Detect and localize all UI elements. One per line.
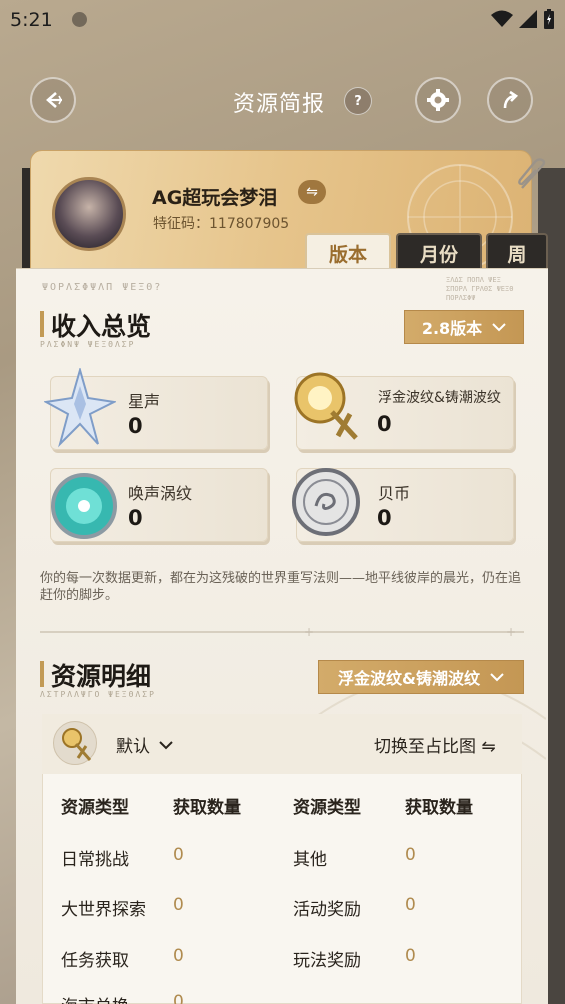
gold-ripple-icon [294, 372, 358, 440]
wifi-icon [491, 10, 513, 27]
star-crystal-icon [44, 368, 116, 448]
tab-month[interactable]: 月份 [396, 233, 482, 271]
svg-text:+: + [506, 627, 516, 637]
gold-ripple-icon [62, 728, 92, 761]
table-cell: 日常挑战 [61, 850, 129, 870]
table-cell: 0 [173, 895, 184, 915]
resource-value: 0 [128, 506, 143, 530]
switch-chart-button[interactable]: 切换至占比图 ⇋ [374, 732, 496, 757]
username: AG超玩会梦泪 [152, 187, 278, 209]
share-button[interactable] [487, 77, 533, 123]
table-cell: 海市兑换 [61, 992, 129, 1004]
svg-text:+: + [304, 627, 314, 637]
paperclip-icon [518, 158, 546, 189]
switch-account-button[interactable]: ⇋ [298, 180, 326, 204]
income-overview-title: 收入总览 [51, 312, 152, 341]
table-cell: 大世界探索 [61, 900, 146, 920]
cipher-text-left: ΨΟΡΛΣΦΨΛΠ ΨΕΞΘ? [42, 282, 163, 293]
gear-icon [427, 89, 449, 111]
resource-details-title: 资源明细 [51, 662, 152, 691]
resource-mini-icon [53, 721, 97, 765]
tab-week[interactable]: 周 [486, 233, 548, 271]
table-cell: 其他 [293, 850, 327, 870]
avatar[interactable] [52, 177, 126, 251]
income-overview-subtitle: ΡΛΣΦΝΨ ΨΕΞΘΛΣΡ [40, 340, 136, 349]
column-header: 资源类型 [293, 798, 361, 818]
vortex-icon [51, 473, 117, 539]
resource-name: 唤声涡纹 [128, 484, 193, 503]
sort-label: 默认 [116, 737, 150, 757]
top-bar: 资源简报 ? [0, 72, 565, 128]
table-cell: 任务获取 [61, 951, 129, 971]
chevron-down-icon [159, 740, 173, 749]
resource-value: 0 [377, 412, 392, 436]
table-cell: 活动奖励 [293, 900, 361, 920]
resource-details-subtitle: ΛΣΤΡΛΛΨΓΟ ΨΕΞΘΛΣΡ [40, 690, 156, 699]
table-cell: 0 [173, 845, 184, 865]
ornament-divider: + + [40, 627, 524, 637]
chevron-down-icon [492, 323, 506, 332]
resource-type-select[interactable]: 浮金波纹&铸潮波纹 [318, 660, 524, 694]
table-cell: 0 [405, 845, 416, 865]
battery-icon [544, 9, 554, 29]
chevron-down-icon [490, 673, 504, 682]
page-title: 资源简报 [233, 92, 326, 117]
status-time: 5:21 [10, 9, 53, 31]
player-id: 特征码：117807905 [153, 216, 290, 232]
share-icon [503, 90, 519, 109]
resource-name: 贝币 [378, 484, 411, 503]
settings-button[interactable] [415, 77, 461, 123]
status-bar: 5:21 [0, 0, 565, 40]
help-icon[interactable]: ? [344, 87, 372, 115]
back-button[interactable] [30, 77, 76, 123]
resource-value: 0 [377, 506, 392, 530]
signal-icon [519, 10, 537, 28]
flavor-text: 你的每一次数据更新，都在为这残破的世界重写法则——地平线彼岸的晨光，仍在追赶你的… [40, 571, 522, 603]
column-header: 获取数量 [405, 798, 473, 818]
status-icons [491, 9, 555, 29]
resource-type-select-label: 浮金波纹&铸潮波纹 [338, 669, 480, 688]
table-cell: 0 [405, 895, 416, 915]
column-header: 获取数量 [173, 798, 241, 818]
table-cell: 0 [405, 946, 416, 966]
cipher-text-right: ΞΛΔΣ ΠΟΠΛ ΨΕΞ ΣΠΟΡΛ ΓΡΛΘΣ ΨΕΞΘ ΠΟΡΛΣΦΨ [446, 276, 514, 302]
table-cell: 0 [173, 946, 184, 966]
back-icon [46, 92, 62, 108]
resource-name: 星声 [128, 392, 161, 411]
column-header: 资源类型 [61, 798, 129, 818]
notification-dot-icon [72, 12, 87, 27]
resource-value: 0 [128, 414, 143, 438]
section-accent-bar [40, 311, 44, 337]
tab-version[interactable]: 版本 [305, 233, 391, 271]
version-select[interactable]: 2.8版本 [404, 310, 524, 344]
table-cell: 玩法奖励 [293, 951, 361, 971]
section-accent-bar [40, 661, 44, 687]
version-select-label: 2.8版本 [421, 319, 483, 338]
resource-name: 浮金波纹&铸潮波纹 [378, 390, 501, 406]
table-cell: 0 [173, 992, 184, 1004]
shell-coin-icon [292, 468, 360, 536]
sort-dropdown[interactable]: 默认 [116, 732, 174, 757]
